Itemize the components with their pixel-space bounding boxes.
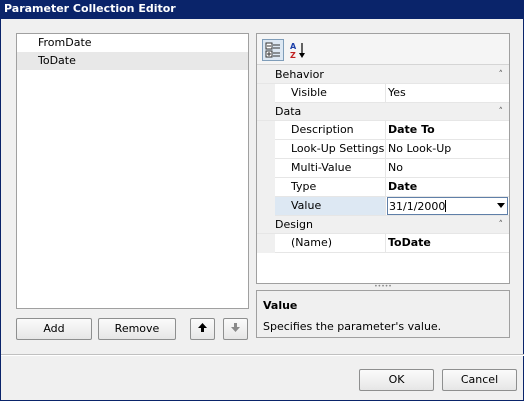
property-grid-toolbar: A Z (257, 34, 509, 65)
property-value[interactable]: No Look-Up (387, 140, 509, 158)
arrow-up-icon (198, 323, 207, 332)
value-text: 31/1/2000 (389, 200, 446, 213)
categorized-icon (265, 42, 280, 58)
remove-button[interactable]: Remove (98, 318, 176, 340)
text-caret (445, 200, 447, 212)
help-title: Value (263, 299, 298, 312)
property-row-name[interactable]: (Name) ToDate (257, 234, 509, 253)
ok-button[interactable]: OK (359, 369, 434, 391)
alphabetical-button[interactable]: A Z (287, 39, 309, 61)
property-name: Multi-Value (275, 159, 386, 177)
property-value[interactable]: Date To (387, 121, 509, 139)
grid-splitter[interactable]: ••••• (256, 284, 510, 290)
property-name: Description (275, 121, 386, 139)
dialog-divider (1, 354, 524, 356)
arrow-down-icon (231, 323, 240, 332)
move-down-button[interactable] (223, 318, 248, 340)
property-name: Type (275, 178, 386, 196)
category-label: Design (275, 218, 313, 231)
property-value[interactable]: ToDate (387, 234, 509, 252)
add-button[interactable]: Add (16, 318, 92, 340)
category-design[interactable]: Design ˄ (257, 216, 509, 234)
sort-az-icon: A Z (290, 42, 305, 60)
property-row-multi-value[interactable]: Multi-Value No (257, 159, 509, 178)
parameter-list[interactable]: FromDate ToDate (16, 33, 249, 309)
property-value[interactable]: No (387, 159, 509, 177)
category-behavior[interactable]: Behavior ˄ (257, 66, 509, 84)
help-description: Specifies the parameter's value. (263, 320, 442, 333)
collapse-icon[interactable]: ˄ (499, 103, 504, 121)
property-row-description[interactable]: Description Date To (257, 121, 509, 140)
list-item-fromdate[interactable]: FromDate (17, 34, 248, 52)
collapse-icon[interactable]: ˄ (499, 66, 504, 84)
cancel-button[interactable]: Cancel (442, 369, 517, 391)
property-name: Visible (275, 84, 386, 102)
collapse-icon[interactable]: ˄ (499, 216, 504, 234)
value-date-input[interactable]: 31/1/2000 (387, 197, 508, 215)
property-row-value[interactable]: Value 31/1/2000 (257, 197, 509, 216)
category-label: Data (275, 105, 302, 118)
property-name: (Name) (275, 234, 386, 252)
svg-text:A: A (290, 42, 297, 51)
help-panel: Value Specifies the parameter's value. (256, 290, 510, 338)
svg-text:Z: Z (290, 51, 296, 60)
category-label: Behavior (275, 68, 324, 81)
chevron-down-icon[interactable] (497, 203, 505, 208)
parameter-collection-editor-window: Parameter Collection Editor FromDate ToD… (0, 0, 524, 401)
list-item-todate[interactable]: ToDate (17, 52, 248, 70)
categorized-button[interactable] (262, 39, 284, 61)
window-title: Parameter Collection Editor (1, 0, 524, 19)
property-row-visible[interactable]: Visible Yes (257, 84, 509, 103)
property-grid: A Z Behavior ˄ Visible Yes Data ˄ Descri… (256, 33, 510, 284)
property-value[interactable]: Date (387, 178, 509, 196)
category-data[interactable]: Data ˄ (257, 103, 509, 121)
property-row-lookup-settings[interactable]: Look-Up Settings No Look-Up (257, 140, 509, 159)
property-value[interactable]: Yes (387, 84, 509, 102)
property-grid-body: Behavior ˄ Visible Yes Data ˄ Descriptio… (257, 66, 509, 283)
property-name: Value (275, 197, 386, 215)
property-row-type[interactable]: Type Date (257, 178, 509, 197)
move-up-button[interactable] (190, 318, 215, 340)
property-name: Look-Up Settings (275, 140, 386, 158)
